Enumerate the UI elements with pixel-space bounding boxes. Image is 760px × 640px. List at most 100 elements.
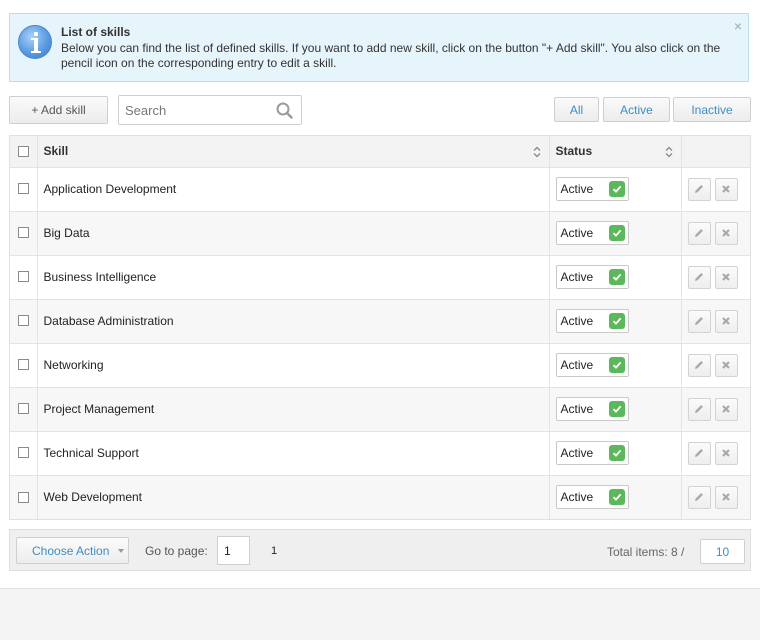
close-icon[interactable]: × <box>734 18 742 34</box>
row-checkbox[interactable] <box>17 271 29 283</box>
actions-cell <box>681 475 750 519</box>
edit-button[interactable] <box>687 265 711 289</box>
row-checkbox[interactable] <box>17 447 29 459</box>
filter-inactive-button[interactable]: Inactive <box>673 97 751 122</box>
status-label: Active <box>560 358 594 372</box>
status-toggle[interactable]: Active <box>555 309 629 333</box>
delete-button[interactable] <box>714 353 738 377</box>
table-row: Application Development Active <box>10 167 750 212</box>
status-label: Active <box>560 490 594 505</box>
actions-cell <box>681 431 750 476</box>
pencil-icon <box>695 493 703 502</box>
search-input[interactable] <box>119 96 269 124</box>
delete-button[interactable] <box>714 265 738 289</box>
choose-action-label: Choose Action <box>32 543 110 558</box>
close-icon <box>722 493 730 502</box>
check-icon <box>608 357 625 373</box>
row-select-cell <box>10 255 38 300</box>
delete-button[interactable] <box>714 441 738 465</box>
check-icon <box>608 445 625 461</box>
row-checkbox[interactable] <box>17 491 29 503</box>
skill-name: Database Administration <box>37 299 550 344</box>
info-text: Below you can find the list of defined s… <box>61 41 721 70</box>
status-cell: Active <box>549 211 682 256</box>
status-label: Active <box>560 270 594 284</box>
sort-icon[interactable] <box>665 146 673 158</box>
column-header-status[interactable]: Status <box>549 136 682 168</box>
pencil-icon <box>695 361 703 369</box>
skill-name: Application Development <box>37 167 550 212</box>
delete-button[interactable] <box>714 485 738 509</box>
per-page-button[interactable]: 10 <box>700 539 745 564</box>
edit-button[interactable] <box>687 177 711 201</box>
skill-name: Project Management <box>37 387 550 432</box>
close-icon <box>722 185 730 193</box>
info-icon <box>18 25 52 59</box>
edit-button[interactable] <box>687 221 711 245</box>
delete-button[interactable] <box>714 309 738 333</box>
actions-cell <box>681 167 750 212</box>
table-row: Technical Support Active <box>10 431 750 476</box>
choose-action-dropdown[interactable]: Choose Action <box>16 537 129 564</box>
add-skill-button[interactable]: + Add skill <box>9 96 108 124</box>
row-checkbox[interactable] <box>17 359 29 371</box>
row-checkbox[interactable] <box>17 183 29 195</box>
skill-name: Web Development <box>37 475 550 519</box>
edit-button[interactable] <box>687 309 711 333</box>
table-row: Web Development Active <box>10 475 750 519</box>
skill-name: Business Intelligence <box>37 255 550 300</box>
status-label: Active <box>560 402 594 416</box>
search-box <box>118 95 302 125</box>
column-header-skill[interactable]: Skill <box>37 136 550 168</box>
check-icon <box>608 181 625 197</box>
status-cell: Active <box>549 299 682 344</box>
delete-button[interactable] <box>714 221 738 245</box>
status-cell: Active <box>549 431 682 476</box>
row-select-cell <box>10 431 38 476</box>
row-checkbox[interactable] <box>17 315 29 327</box>
status-toggle[interactable]: Active <box>555 177 629 201</box>
edit-button[interactable] <box>687 485 711 509</box>
row-checkbox[interactable] <box>17 403 29 415</box>
skill-name: Networking <box>37 343 550 388</box>
table-row: Big Data Active <box>10 211 750 256</box>
row-select-cell <box>10 299 38 344</box>
row-checkbox[interactable] <box>17 227 29 239</box>
status-toggle[interactable]: Active <box>555 265 629 289</box>
filter-all-button[interactable]: All <box>554 97 599 122</box>
search-icon[interactable] <box>276 102 293 119</box>
delete-button[interactable] <box>714 177 738 201</box>
column-header-actions <box>681 136 750 168</box>
select-all-cell <box>10 136 38 168</box>
edit-button[interactable] <box>687 441 711 465</box>
sort-icon[interactable] <box>533 146 541 158</box>
filter-active-button[interactable]: Active <box>603 97 670 122</box>
edit-button[interactable] <box>687 353 711 377</box>
table-row: Database Administration Active <box>10 299 750 344</box>
close-icon <box>722 229 730 237</box>
row-select-cell <box>10 211 38 256</box>
check-icon <box>608 401 625 417</box>
status-toggle[interactable]: Active <box>555 441 629 465</box>
close-icon <box>722 405 730 413</box>
info-box: List of skills Below you can find the li… <box>9 13 749 82</box>
delete-button[interactable] <box>714 397 738 421</box>
close-icon <box>722 273 730 281</box>
row-select-cell <box>10 167 38 212</box>
status-toggle[interactable]: Active <box>555 353 629 377</box>
page-count: 1 <box>271 545 278 557</box>
edit-button[interactable] <box>687 397 711 421</box>
status-toggle[interactable]: Active <box>555 397 629 421</box>
chevron-down-icon <box>118 549 124 553</box>
actions-cell <box>681 387 750 432</box>
status-toggle[interactable]: Active <box>555 221 629 245</box>
total-items-label: Total items: 8 / <box>607 545 685 559</box>
status-toggle[interactable]: Active <box>555 485 629 510</box>
actions-cell <box>681 255 750 300</box>
select-all-checkbox[interactable] <box>17 145 29 157</box>
table-row: Project Management Active <box>10 387 750 432</box>
page-input[interactable] <box>217 536 250 565</box>
status-label: Active <box>560 182 594 196</box>
page-footer-band <box>0 588 760 640</box>
row-select-cell <box>10 475 38 519</box>
